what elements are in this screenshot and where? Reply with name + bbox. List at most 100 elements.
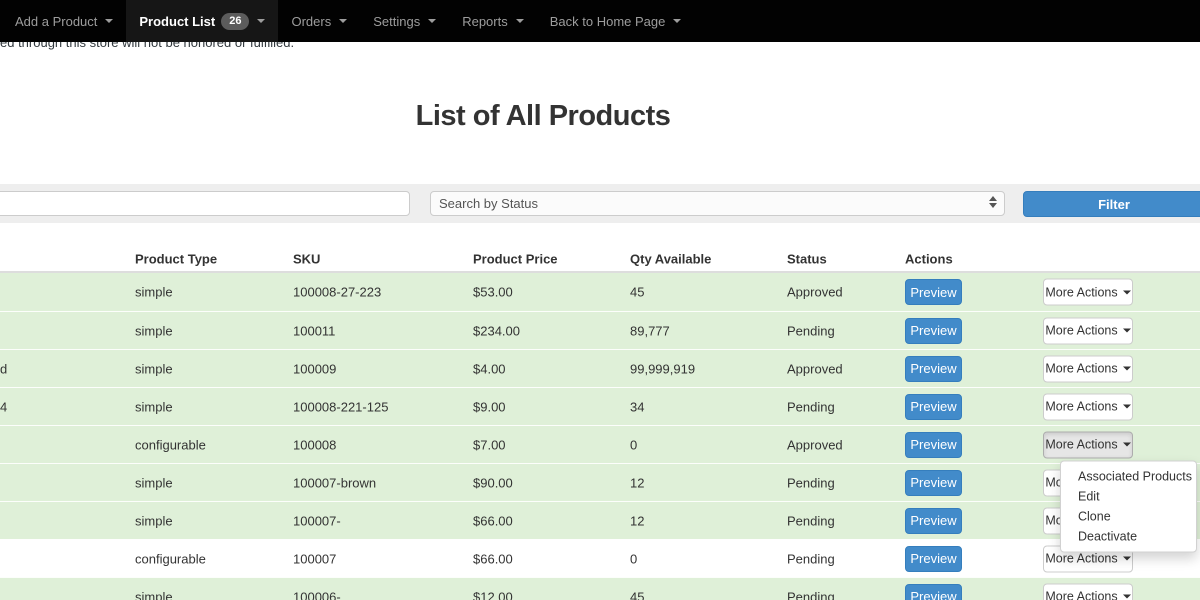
sku-cell: 100011 bbox=[293, 323, 335, 338]
nav-item-add-a-product[interactable]: Add a Product bbox=[2, 0, 126, 42]
chevron-down-icon bbox=[1123, 290, 1131, 294]
header-qty-available: Qty Available bbox=[630, 251, 711, 266]
count-badge: 26 bbox=[221, 13, 249, 30]
qty-available-cell: 45 bbox=[630, 589, 644, 600]
more-actions-label: More Actions bbox=[1045, 552, 1117, 566]
status-cell: Pending bbox=[787, 475, 835, 490]
status-cell: Approved bbox=[787, 285, 843, 300]
chevron-down-icon bbox=[339, 19, 347, 23]
status-cell: Pending bbox=[787, 589, 835, 600]
qty-available-cell: 45 bbox=[630, 285, 644, 300]
more-actions-label: More Actions bbox=[1045, 590, 1117, 600]
qty-available-cell: 34 bbox=[630, 399, 644, 414]
more-actions-button[interactable]: More Actions bbox=[1043, 431, 1133, 458]
more-actions-label: More Actions bbox=[1045, 285, 1117, 299]
table-row: simple 100006- $12.00 45 Pending Preview… bbox=[0, 577, 1200, 600]
chevron-down-icon bbox=[1123, 595, 1131, 599]
qty-available-cell: 89,777 bbox=[630, 323, 670, 338]
more-actions-button[interactable]: More Actions bbox=[1043, 317, 1133, 344]
qty-available-cell: 12 bbox=[630, 475, 644, 490]
sku-cell: 100008-27-223 bbox=[293, 285, 381, 300]
header-status: Status bbox=[787, 251, 827, 266]
product-table: Product Type SKU Product Price Qty Avail… bbox=[0, 246, 1200, 600]
more-actions-label: More Actions bbox=[1045, 324, 1117, 338]
table-row: simple 100008-27-223 $53.00 45 Approved … bbox=[0, 273, 1200, 311]
product-type-cell: simple bbox=[135, 361, 173, 376]
product-type-cell: configurable bbox=[135, 437, 206, 452]
status-select[interactable]: Search by Status bbox=[430, 191, 1005, 216]
header-actions: Actions bbox=[905, 251, 953, 266]
menu-item-edit[interactable]: Edit bbox=[1061, 486, 1196, 506]
chevron-down-icon bbox=[428, 19, 436, 23]
nav-item-label: Orders bbox=[291, 14, 331, 29]
preview-button[interactable]: Preview bbox=[905, 584, 962, 600]
qty-available-cell: 0 bbox=[630, 437, 637, 452]
table-row: simple 100007-brown $90.00 12 Pending Pr… bbox=[0, 463, 1200, 501]
more-actions-button[interactable]: More Actions bbox=[1043, 393, 1133, 420]
product-price-cell: $66.00 bbox=[473, 513, 513, 528]
status-cell: Pending bbox=[787, 399, 835, 414]
header-product-price: Product Price bbox=[473, 251, 558, 266]
search-input[interactable] bbox=[0, 191, 410, 216]
status-cell: Approved bbox=[787, 437, 843, 452]
sku-cell: 100008-221-125 bbox=[293, 399, 388, 414]
product-type-cell: simple bbox=[135, 589, 173, 600]
select-stepper-icon bbox=[989, 196, 997, 208]
more-actions-label: More Actions bbox=[1045, 362, 1117, 376]
nav-item-label: Reports bbox=[462, 14, 508, 29]
menu-item-clone[interactable]: Clone bbox=[1061, 506, 1196, 526]
more-actions-menu: Associated ProductsEditCloneDeactivate bbox=[1060, 460, 1197, 552]
preview-button[interactable]: Preview bbox=[905, 356, 962, 382]
product-price-cell: $234.00 bbox=[473, 323, 520, 338]
product-price-cell: $90.00 bbox=[473, 475, 513, 490]
product-type-cell: simple bbox=[135, 475, 173, 490]
preview-button[interactable]: Preview bbox=[905, 394, 962, 420]
nav-item-reports[interactable]: Reports bbox=[449, 0, 537, 42]
product-name-fragment: d bbox=[0, 361, 7, 376]
product-type-cell: simple bbox=[135, 323, 173, 338]
menu-item-deactivate[interactable]: Deactivate bbox=[1061, 526, 1196, 546]
product-name-fragment: 4 bbox=[0, 399, 7, 414]
qty-available-cell: 99,999,919 bbox=[630, 361, 695, 376]
more-actions-dropdown: More Actions Associated ProductsEditClon… bbox=[1043, 431, 1133, 458]
table-row: 4 simple 100008-221-125 $9.00 34 Pending… bbox=[0, 387, 1200, 425]
filter-button[interactable]: Filter bbox=[1023, 191, 1200, 217]
preview-button[interactable]: Preview bbox=[905, 470, 962, 496]
product-type-cell: simple bbox=[135, 513, 173, 528]
more-actions-button[interactable]: More Actions bbox=[1043, 279, 1133, 306]
table-row: simple 100011 $234.00 89,777 Pending Pre… bbox=[0, 311, 1200, 349]
sku-cell: 100007 bbox=[293, 551, 336, 566]
more-actions-dropdown: More Actions bbox=[1043, 317, 1133, 344]
product-type-cell: simple bbox=[135, 399, 173, 414]
nav-item-label: Product List bbox=[139, 14, 215, 29]
sku-cell: 100007-brown bbox=[293, 475, 376, 490]
sku-cell: 100009 bbox=[293, 361, 336, 376]
more-actions-dropdown: More Actions bbox=[1043, 355, 1133, 382]
nav-item-back-to-home-page[interactable]: Back to Home Page bbox=[537, 0, 695, 42]
qty-available-cell: 12 bbox=[630, 513, 644, 528]
more-actions-button[interactable]: More Actions bbox=[1043, 355, 1133, 382]
product-price-cell: $66.00 bbox=[473, 551, 513, 566]
nav-item-settings[interactable]: Settings bbox=[360, 0, 449, 42]
chevron-down-icon bbox=[1123, 443, 1131, 447]
preview-button[interactable]: Preview bbox=[905, 546, 962, 572]
chevron-down-icon bbox=[1123, 557, 1131, 561]
preview-button[interactable]: Preview bbox=[905, 279, 962, 305]
more-actions-label: More Actions bbox=[1045, 438, 1117, 452]
preview-button[interactable]: Preview bbox=[905, 432, 962, 458]
nav-item-label: Add a Product bbox=[15, 14, 97, 29]
table-header-row: Product Type SKU Product Price Qty Avail… bbox=[0, 246, 1200, 273]
menu-item-associated-products[interactable]: Associated Products bbox=[1061, 466, 1196, 486]
chevron-down-icon bbox=[105, 19, 113, 23]
preview-button[interactable]: Preview bbox=[905, 318, 962, 344]
chevron-down-icon bbox=[1123, 367, 1131, 371]
status-cell: Pending bbox=[787, 513, 835, 528]
nav-item-orders[interactable]: Orders bbox=[278, 0, 360, 42]
preview-button[interactable]: Preview bbox=[905, 508, 962, 534]
product-type-cell: configurable bbox=[135, 551, 206, 566]
product-price-cell: $9.00 bbox=[473, 399, 506, 414]
nav-item-product-list[interactable]: Product List 26 bbox=[126, 0, 278, 42]
table-row: configurable 100008 $7.00 0 Approved Pre… bbox=[0, 425, 1200, 463]
page-title: List of All Products bbox=[0, 100, 1086, 133]
more-actions-button[interactable]: More Actions bbox=[1043, 583, 1133, 600]
